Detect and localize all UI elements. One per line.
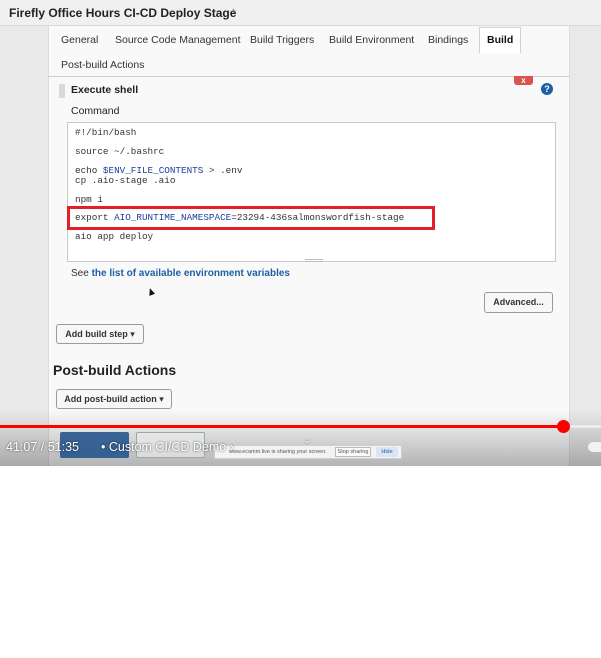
tab-bindings[interactable]: Bindings: [428, 34, 468, 46]
highlight-box: [67, 206, 435, 230]
chevron-right-icon: ›: [232, 5, 236, 17]
breadcrumb: Firefly Office Hours CI-CD Deploy Stage …: [0, 0, 601, 26]
tab-post-build-actions[interactable]: Post-build Actions: [61, 59, 144, 71]
autoplay-toggle[interactable]: [588, 442, 601, 452]
tab-source-code-management[interactable]: Source Code Management: [115, 34, 241, 46]
chapter-separator: •: [101, 440, 106, 454]
tab-build-environment[interactable]: Build Environment: [329, 34, 414, 46]
tab-divider: [48, 76, 570, 77]
add-build-step-button[interactable]: Add build step ▾: [56, 324, 144, 344]
progress-fill: [0, 425, 564, 428]
screen-share-text: www.ecamm.live is sharing your screen.: [229, 449, 327, 455]
chapter-title[interactable]: • Custom CI/CD Demo ›: [101, 440, 234, 454]
time-display: 41:07 / 51:35: [6, 440, 79, 454]
code-line: aio app deploy: [75, 231, 154, 242]
resize-handle-icon[interactable]: [305, 259, 323, 262]
tab-build[interactable]: Build: [479, 27, 522, 53]
code-text: > .env: [203, 165, 243, 176]
breadcrumb-job-title[interactable]: Firefly Office Hours CI-CD Deploy Stage: [9, 6, 236, 20]
stop-sharing-button[interactable]: Stop sharing: [335, 447, 371, 457]
code-line: npm i: [75, 194, 103, 205]
env-variables-note: See the list of available environment va…: [71, 268, 290, 279]
code-line: source ~/.bashrc: [75, 146, 165, 157]
post-build-heading: Post-build Actions: [53, 362, 177, 378]
command-label: Command: [71, 105, 120, 117]
env-variables-link[interactable]: the list of available environment variab…: [92, 268, 290, 279]
progress-bar[interactable]: [0, 420, 601, 433]
code-line: #!/bin/bash: [75, 127, 137, 138]
tab-general[interactable]: General: [61, 34, 98, 46]
close-icon[interactable]: x: [514, 76, 533, 85]
screen-share-banner: www.ecamm.live is sharing your screen. S…: [214, 445, 402, 459]
hide-button[interactable]: Hide: [376, 447, 398, 457]
code-line: cp .aio-stage .aio: [75, 175, 176, 186]
help-icon[interactable]: ?: [541, 83, 553, 95]
chapter-label: Custom CI/CD Demo ›: [108, 440, 234, 454]
add-post-build-action-button[interactable]: Add post-build action ▾: [56, 389, 172, 409]
drag-handle-icon[interactable]: [59, 84, 65, 98]
video-frame[interactable]: Firefly Office Hours CI-CD Deploy Stage …: [0, 0, 601, 466]
advanced-button[interactable]: Advanced...: [484, 292, 553, 313]
tab-build-triggers[interactable]: Build Triggers: [250, 34, 314, 46]
env-variables-prefix: See: [71, 268, 92, 279]
build-step-title: Execute shell: [71, 84, 139, 96]
chevron-down-icon[interactable]: ⌄: [303, 435, 311, 446]
